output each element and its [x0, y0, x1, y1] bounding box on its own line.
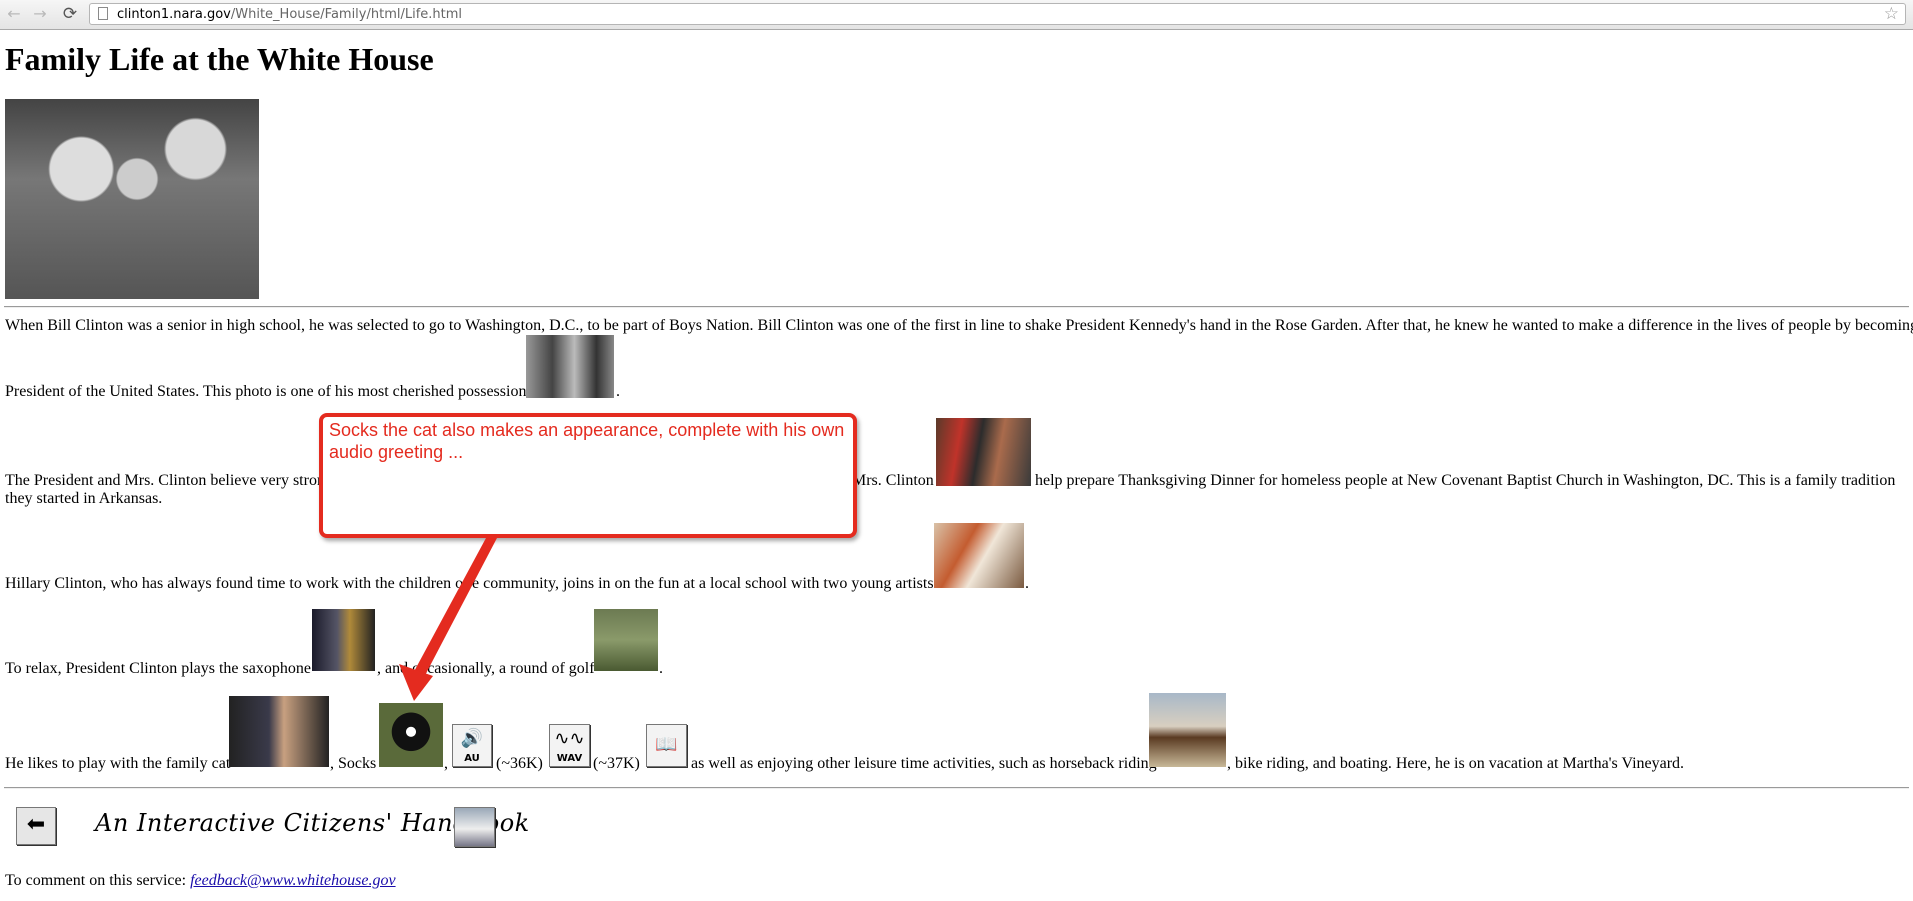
paragraph-boys-nation-line2: President of the United States. This pho… [5, 383, 533, 400]
au-label: AU [464, 753, 480, 764]
paragraph-cat-socks: , Socks [330, 755, 377, 772]
speaker-icon: 🔊 [460, 728, 484, 749]
paragraph-cat-start: He likes to play with the family cat [5, 755, 231, 772]
white-house-icon[interactable] [454, 807, 495, 847]
family-cat-photo[interactable] [229, 696, 329, 767]
open-book-icon: 📖 [655, 734, 678, 755]
annotation-callout: Socks the cat also makes an appearance, … [319, 413, 857, 538]
url-text[interactable]: clinton1.nara.gov/White_House/Family/htm… [117, 7, 462, 22]
horseback-photo[interactable] [1149, 693, 1226, 767]
wav-label: WAV [556, 753, 583, 764]
comment-line: To comment on this service: feedback@www… [5, 872, 396, 889]
paragraph-relax-end: . [659, 660, 663, 677]
page-title: Family Life at the White House [5, 41, 434, 77]
paragraph-relax-mid: , and occasionally, a round of golf [377, 660, 595, 677]
au-file-size: (~36K) [496, 755, 543, 772]
paragraph-thanksgiving-line2: they started in Arkansas. [5, 490, 163, 507]
waveform-icon: ∿∿ [554, 728, 585, 749]
paragraph-school-end: . [1025, 575, 1029, 592]
back-button[interactable]: ⬅ [16, 807, 56, 845]
saxophone-photo[interactable] [312, 609, 375, 671]
paragraph-end: . [616, 383, 620, 400]
paragraph-thanksgiving-start: The President and Mrs. Clinton believe v… [5, 472, 325, 489]
back-arrow-icon: ⬅ [26, 812, 46, 837]
paragraph-cat-comma: , [444, 755, 448, 772]
paragraph-leisure: as well as enjoying other leisure time a… [691, 755, 1157, 772]
wav-file-size: (~37K) [593, 755, 640, 772]
golf-photo[interactable] [594, 609, 658, 671]
back-arrow-icon[interactable]: ← [4, 4, 24, 24]
paragraph-thanksgiving-rest: help prepare Thanksgiving Dinner for hom… [1035, 472, 1896, 489]
kennedy-handshake-photo[interactable] [526, 335, 614, 398]
transcript-book-button[interactable]: 📖 [646, 724, 687, 767]
family-photo [5, 99, 259, 299]
callout-text: Socks the cat also makes an appearance, … [329, 420, 845, 462]
socks-cat-photo[interactable] [379, 703, 443, 767]
paragraph-school-start: Hillary Clinton, who has always found ti… [5, 575, 469, 592]
paragraph-relax-start: To relax, President Clinton plays the sa… [5, 660, 311, 677]
paragraph-vineyard: , bike riding, and boating. Here, he is … [1227, 755, 1685, 772]
reload-icon[interactable]: ⟳ [60, 4, 80, 24]
paragraph-school-mid: e community, joins in on the fun at a lo… [472, 575, 934, 592]
bookmark-star-icon[interactable]: ☆ [1884, 4, 1899, 24]
forward-arrow-icon[interactable]: → [30, 4, 50, 24]
document-icon [98, 7, 108, 20]
wav-audio-button[interactable]: ∿∿ WAV [549, 724, 590, 767]
paragraph-boys-nation-line1: When Bill Clinton was a senior in high s… [5, 317, 1913, 334]
thanksgiving-photo[interactable] [936, 418, 1031, 486]
feedback-email-link[interactable]: feedback@www.whitehouse.gov [190, 872, 396, 889]
address-bar[interactable]: clinton1.nara.gov/White_House/Family/htm… [89, 3, 1906, 25]
divider [4, 306, 1909, 308]
school-artists-photo[interactable] [934, 523, 1024, 588]
divider [4, 787, 1909, 789]
paragraph-thanksgiving-mid: Mrs. Clinton [852, 472, 934, 489]
browser-toolbar: ← → ⟳ clinton1.nara.gov/White_House/Fami… [0, 0, 1913, 30]
au-audio-button[interactable]: 🔊 AU [452, 724, 492, 767]
